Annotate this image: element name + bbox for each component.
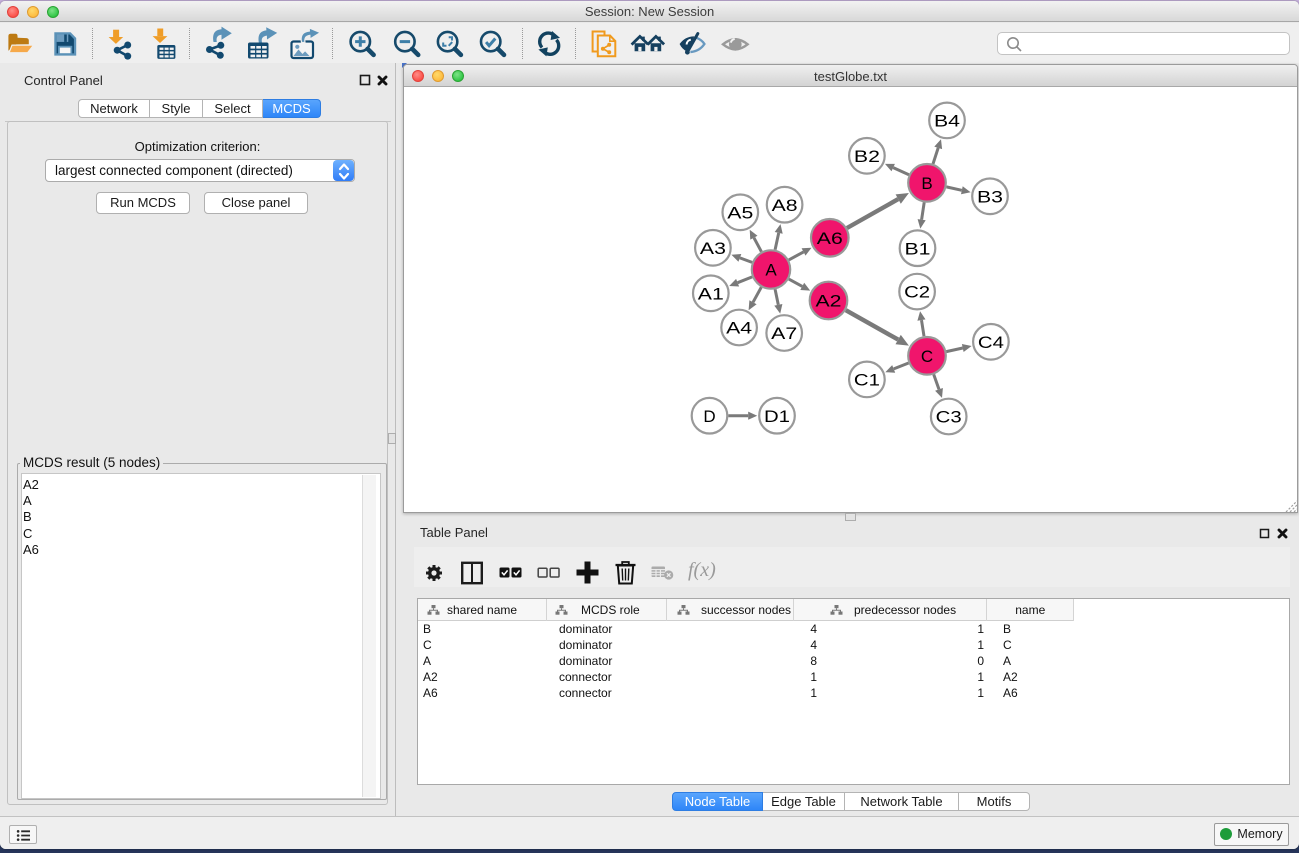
- svg-text:B3: B3: [977, 187, 1003, 206]
- svg-text:A7: A7: [771, 324, 797, 343]
- svg-text:A: A: [765, 261, 777, 280]
- svg-text:D: D: [703, 407, 715, 426]
- svg-text:A4: A4: [726, 319, 752, 338]
- svg-text:B2: B2: [854, 147, 880, 166]
- svg-text:A2: A2: [816, 292, 842, 311]
- svg-text:C: C: [921, 347, 933, 366]
- svg-text:C2: C2: [904, 283, 930, 302]
- svg-text:B1: B1: [905, 239, 931, 258]
- svg-text:B: B: [921, 174, 932, 193]
- svg-text:C4: C4: [978, 333, 1004, 352]
- svg-text:A3: A3: [700, 239, 726, 258]
- svg-text:C3: C3: [936, 408, 962, 427]
- svg-text:D1: D1: [764, 407, 790, 426]
- svg-text:B4: B4: [934, 112, 960, 131]
- svg-text:A5: A5: [727, 203, 753, 222]
- svg-text:A6: A6: [817, 229, 843, 248]
- svg-text:C1: C1: [854, 371, 880, 390]
- svg-text:A8: A8: [772, 196, 798, 215]
- svg-text:A1: A1: [698, 284, 724, 303]
